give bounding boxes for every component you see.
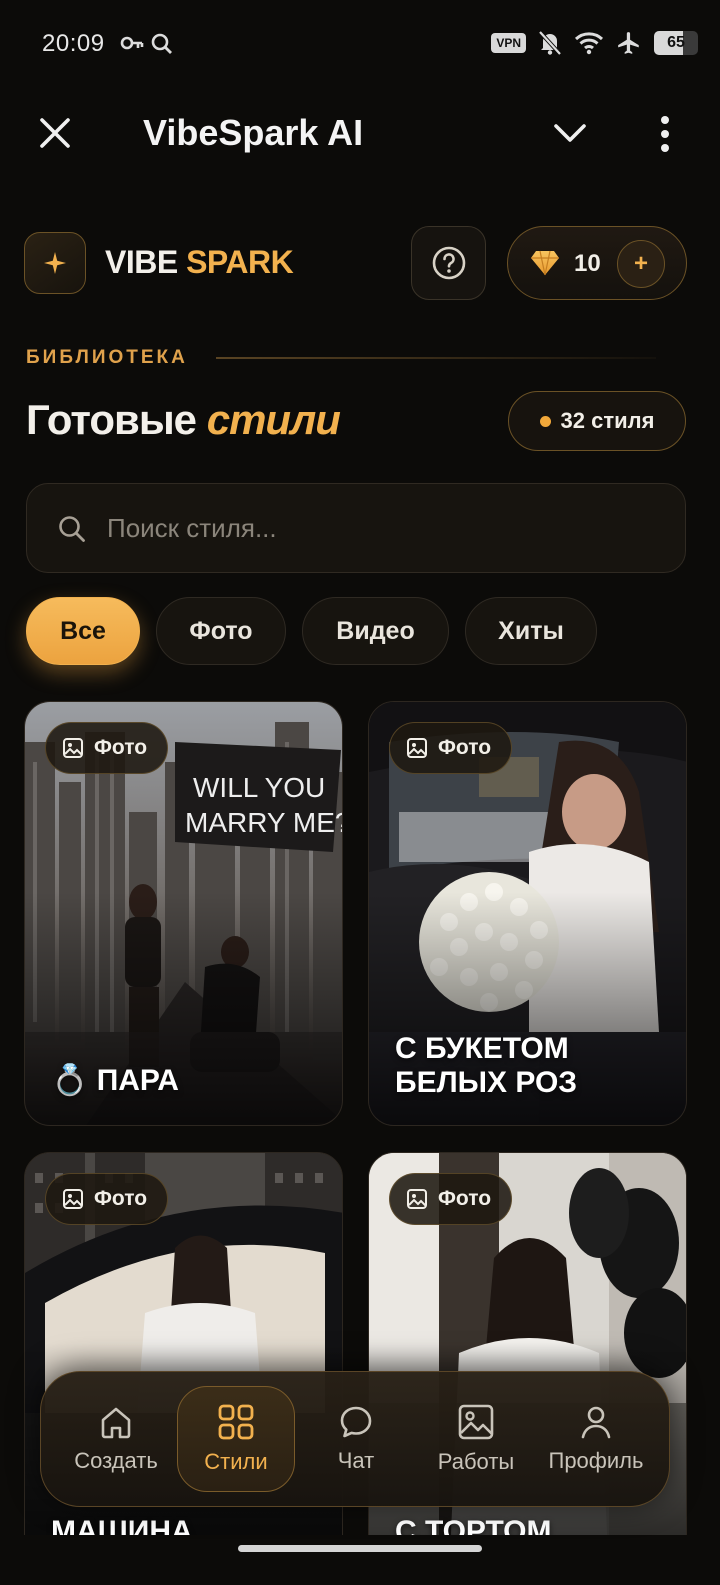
- eyebrow-divider: [216, 357, 656, 359]
- page-title-accent: стили: [206, 396, 341, 443]
- filter-chip-all[interactable]: Все: [26, 597, 140, 665]
- status-time: 20:09: [42, 30, 105, 57]
- image-icon: [63, 1189, 83, 1209]
- photo-badge: Фото: [389, 722, 513, 774]
- card-title-line2: БЕЛЫХ РОЗ: [395, 1066, 578, 1099]
- page-title: Готовые стили: [26, 396, 341, 444]
- photo-badge-label: Фото: [438, 1187, 492, 1210]
- brand-word-vibe: VIBE: [105, 244, 178, 280]
- nav-works[interactable]: Работы: [417, 1386, 535, 1492]
- page-title-main: Готовые: [26, 396, 197, 443]
- mute-icon: [538, 30, 562, 56]
- svg-text:MARRY ME?: MARRY ME?: [185, 807, 343, 838]
- nav-works-label: Работы: [437, 1449, 515, 1474]
- nav-create[interactable]: Создать: [57, 1386, 175, 1492]
- grid-icon: [218, 1404, 254, 1440]
- system-nav-area: [0, 1535, 720, 1585]
- photo-badge: Фото: [45, 722, 169, 774]
- photo-badge-label: Фото: [94, 736, 148, 759]
- credits-count: 10: [574, 250, 601, 277]
- status-left-icons: [120, 32, 174, 56]
- nav-chat[interactable]: Чат: [297, 1386, 415, 1492]
- styles-count-text: 32 стиля: [560, 408, 655, 433]
- home-icon: [101, 1407, 131, 1439]
- brand-word-spark: SPARK: [186, 244, 294, 280]
- close-icon: [40, 118, 70, 148]
- sparkle-icon: [44, 252, 66, 274]
- nav-profile[interactable]: Профиль: [537, 1386, 655, 1492]
- section-eyebrow: БИБЛИОТЕКА: [26, 347, 188, 368]
- photo-badge-label: Фото: [438, 736, 492, 759]
- bottom-navigation: Создать Стили Чат Работы Профиль: [40, 1371, 670, 1507]
- card-title-roses: С БУКЕТОМ БЕЛЫХ РОЗ: [395, 1032, 577, 1100]
- more-button[interactable]: [650, 112, 680, 156]
- more-vertical-icon: [661, 116, 669, 152]
- nav-create-label: Создать: [74, 1448, 158, 1473]
- image-icon: [407, 1189, 427, 1209]
- battery-text: 65: [667, 34, 685, 51]
- style-card-car[interactable]: Фото МАШИНА: [24, 1152, 343, 1577]
- nav-styles[interactable]: Стили: [177, 1386, 295, 1492]
- expand-button[interactable]: [548, 114, 592, 154]
- chat-icon: [340, 1406, 372, 1438]
- nav-styles-label: Стили: [204, 1449, 268, 1474]
- card-title-line1: С БУКЕТОМ: [395, 1032, 569, 1065]
- nav-profile-label: Профиль: [548, 1448, 644, 1473]
- wifi-icon: [574, 32, 604, 55]
- status-right-icons: VPN 65: [491, 30, 698, 56]
- search-bar[interactable]: [26, 483, 686, 573]
- image-icon: [63, 738, 83, 758]
- ring-emoji-icon: 💍: [51, 1064, 89, 1097]
- image-icon: [407, 738, 427, 758]
- key-icon: [120, 36, 144, 50]
- diamond-icon: [531, 250, 559, 276]
- airplane-icon: [618, 32, 639, 54]
- brand-wordmark: VIBE SPARK: [105, 244, 294, 281]
- image-icon: [458, 1404, 494, 1440]
- vpn-badge: VPN: [491, 33, 526, 53]
- style-card-cake[interactable]: Фото С ТОРТОМ: [368, 1152, 687, 1577]
- user-icon: [581, 1406, 611, 1439]
- credits-balance[interactable]: 10 +: [507, 226, 687, 300]
- battery-indicator: 65: [654, 31, 698, 55]
- style-card-couple[interactable]: WILL YOU MARRY ME? Фото 💍 ПАРА: [24, 701, 343, 1126]
- add-credits-button[interactable]: +: [617, 240, 665, 288]
- filter-chip-hits[interactable]: Хиты: [465, 597, 597, 665]
- close-button[interactable]: [34, 112, 76, 154]
- help-button[interactable]: [411, 226, 486, 300]
- filter-chip-video[interactable]: Видео: [302, 597, 449, 665]
- home-indicator[interactable]: [238, 1545, 482, 1552]
- brand-logo: [24, 232, 86, 294]
- filter-chip-photo[interactable]: Фото: [156, 597, 286, 665]
- style-card-roses[interactable]: Фото С БУКЕТОМ БЕЛЫХ РОЗ: [368, 701, 687, 1126]
- card-title-text: ПАРА: [96, 1064, 179, 1097]
- nav-chat-label: Чат: [337, 1448, 375, 1473]
- svg-text:WILL YOU: WILL YOU: [193, 772, 325, 803]
- photo-badge: Фото: [389, 1173, 513, 1225]
- photo-badge-label: Фото: [94, 1187, 148, 1210]
- search-status-icon: [151, 33, 172, 54]
- chevron-down-icon: [554, 124, 586, 142]
- count-dot: [539, 415, 551, 427]
- app-screen: 20:09 VPN 65 VibeSpark AI VIBE SPARK 10 …: [0, 0, 720, 1585]
- styles-count-badge: 32 стиля: [508, 391, 686, 451]
- search-icon: [59, 516, 85, 542]
- card-title-couple: 💍 ПАРА: [51, 1064, 179, 1098]
- help-icon: [432, 246, 465, 280]
- search-input[interactable]: [107, 484, 667, 572]
- photo-badge: Фото: [45, 1173, 169, 1225]
- app-title: VibeSpark AI: [143, 112, 364, 153]
